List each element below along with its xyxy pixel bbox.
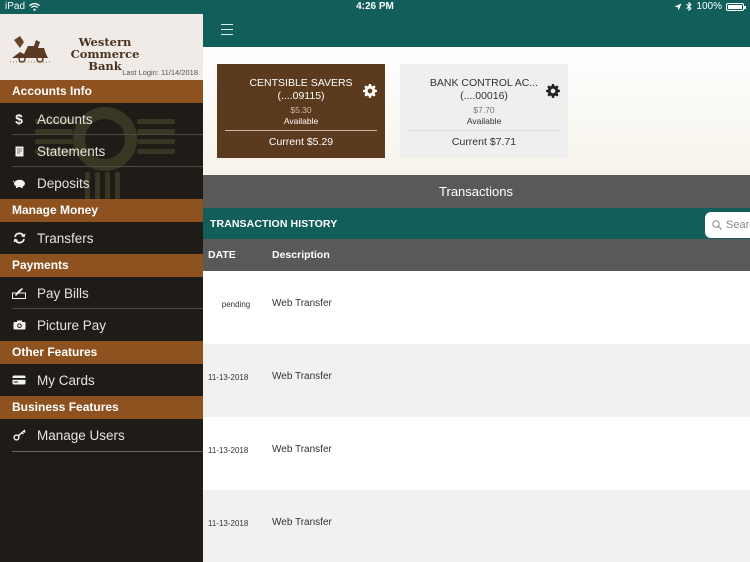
- location-icon: [674, 3, 682, 10]
- section-header-other-features: Other Features: [0, 341, 203, 364]
- status-bar: iPad 4:26 PM 100%: [0, 0, 750, 14]
- bank-brand: Western Commerce Bank Last Login: 11/14/…: [0, 14, 203, 80]
- battery-icon: [726, 2, 746, 11]
- available-amount: $7.70: [473, 105, 495, 115]
- top-bar: [203, 14, 750, 47]
- column-header-description[interactable]: Description: [272, 249, 330, 261]
- sidebar-item-label: My Cards: [37, 372, 95, 388]
- last-login: Last Login: 11/14/2018: [122, 68, 198, 77]
- menu-button[interactable]: [221, 24, 233, 35]
- transaction-description: Web Transfer: [272, 517, 332, 528]
- sidebar-item-label: Accounts: [37, 111, 93, 127]
- current-balance: Current $7.71: [451, 136, 517, 148]
- table-row[interactable]: 11-13-2018 Web Transfer: [203, 344, 750, 417]
- search-icon: [712, 220, 722, 230]
- search-input[interactable]: Search: [705, 212, 750, 238]
- table-header: DATE Description: [203, 239, 750, 271]
- account-number: (....00016): [460, 90, 508, 102]
- card-divider: [225, 130, 377, 131]
- refresh-icon: [12, 231, 26, 245]
- sidebar-item-accounts[interactable]: $ Accounts: [0, 103, 203, 135]
- clock: 4:26 PM: [356, 1, 394, 12]
- transactions-title-bar: Transactions: [203, 175, 750, 208]
- transaction-history-label: TRANSACTION HISTORY: [210, 218, 338, 230]
- stagecoach-logo-icon: [10, 36, 50, 63]
- transaction-date: 11-13-2018: [208, 373, 249, 382]
- account-name: CENTSIBLE SAVERS: [249, 77, 353, 89]
- section-header-business-features: Business Features: [0, 396, 203, 419]
- transaction-list: pending Web Transfer 11-13-2018 Web Tran…: [203, 271, 750, 562]
- document-icon: [12, 144, 26, 158]
- account-name: BANK CONTROL AC...: [429, 77, 539, 89]
- sidebar-divider: [12, 451, 203, 452]
- sidebar-item-statements[interactable]: Statements: [0, 135, 203, 167]
- key-icon: [12, 428, 26, 442]
- account-card-centsible-savers[interactable]: CENTSIBLE SAVERS (....09115) $5.30 Avail…: [217, 64, 385, 158]
- main-content: CENTSIBLE SAVERS (....09115) $5.30 Avail…: [203, 14, 750, 562]
- credit-card-icon: [12, 373, 26, 387]
- card-divider: [408, 130, 560, 131]
- transaction-date: 11-13-2018: [208, 519, 249, 528]
- sidebar-item-deposits[interactable]: Deposits: [0, 167, 203, 199]
- transaction-date: 11-13-2018: [208, 446, 249, 455]
- section-header-manage-money: Manage Money: [0, 199, 203, 222]
- battery-percent: 100%: [696, 1, 722, 12]
- table-row[interactable]: pending Web Transfer: [203, 271, 750, 344]
- bank-name: Western Commerce Bank: [50, 36, 160, 72]
- sidebar-item-label: Statements: [37, 143, 106, 159]
- camera-icon: [12, 318, 26, 332]
- sidebar-item-label: Pay Bills: [37, 285, 89, 301]
- sidebar-item-label: Deposits: [37, 175, 90, 191]
- bluetooth-icon: [686, 2, 693, 11]
- piggy-bank-icon: [12, 176, 26, 190]
- table-row[interactable]: 11-13-2018 Web Transfer: [203, 490, 750, 562]
- transaction-history-bar: TRANSACTION HISTORY Search: [203, 208, 750, 239]
- account-card-bank-control[interactable]: BANK CONTROL AC... (....00016) $7.70 Ava…: [400, 64, 568, 158]
- sidebar-item-manage-users[interactable]: Manage Users: [0, 419, 203, 451]
- transactions-title: Transactions: [439, 184, 513, 199]
- account-number: (....09115): [277, 90, 325, 102]
- dollar-icon: $: [15, 111, 23, 127]
- gear-icon[interactable]: [363, 84, 377, 98]
- sidebar-item-label: Manage Users: [37, 427, 125, 443]
- current-balance: Current $5.29: [268, 136, 334, 148]
- search-placeholder: Search: [726, 219, 750, 231]
- sidebar-item-transfers[interactable]: Transfers: [0, 222, 203, 254]
- bank-name-line1: Western Commerce: [70, 35, 140, 61]
- gear-icon[interactable]: [546, 84, 560, 98]
- available-amount: $5.30: [290, 105, 312, 115]
- section-header-payments: Payments: [0, 254, 203, 277]
- account-cards: CENTSIBLE SAVERS (....09115) $5.30 Avail…: [203, 47, 750, 175]
- check-sign-icon: [12, 286, 26, 300]
- transaction-date: pending: [221, 300, 251, 309]
- available-label: Available: [283, 116, 319, 126]
- sidebar: Western Commerce Bank Last Login: 11/14/…: [0, 14, 203, 562]
- transaction-description: Web Transfer: [272, 444, 332, 455]
- section-header-accounts-info: Accounts Info: [0, 80, 203, 103]
- sidebar-item-pay-bills[interactable]: Pay Bills: [0, 277, 203, 309]
- sidebar-item-picture-pay[interactable]: Picture Pay: [0, 309, 203, 341]
- transaction-description: Web Transfer: [272, 298, 332, 309]
- sidebar-item-label: Picture Pay: [37, 317, 107, 333]
- available-label: Available: [466, 116, 502, 126]
- sidebar-item-label: Transfers: [37, 230, 94, 246]
- table-row[interactable]: 11-13-2018 Web Transfer: [203, 417, 750, 490]
- transaction-description: Web Transfer: [272, 371, 332, 382]
- column-header-date[interactable]: DATE: [208, 249, 236, 261]
- sidebar-item-my-cards[interactable]: My Cards: [0, 364, 203, 396]
